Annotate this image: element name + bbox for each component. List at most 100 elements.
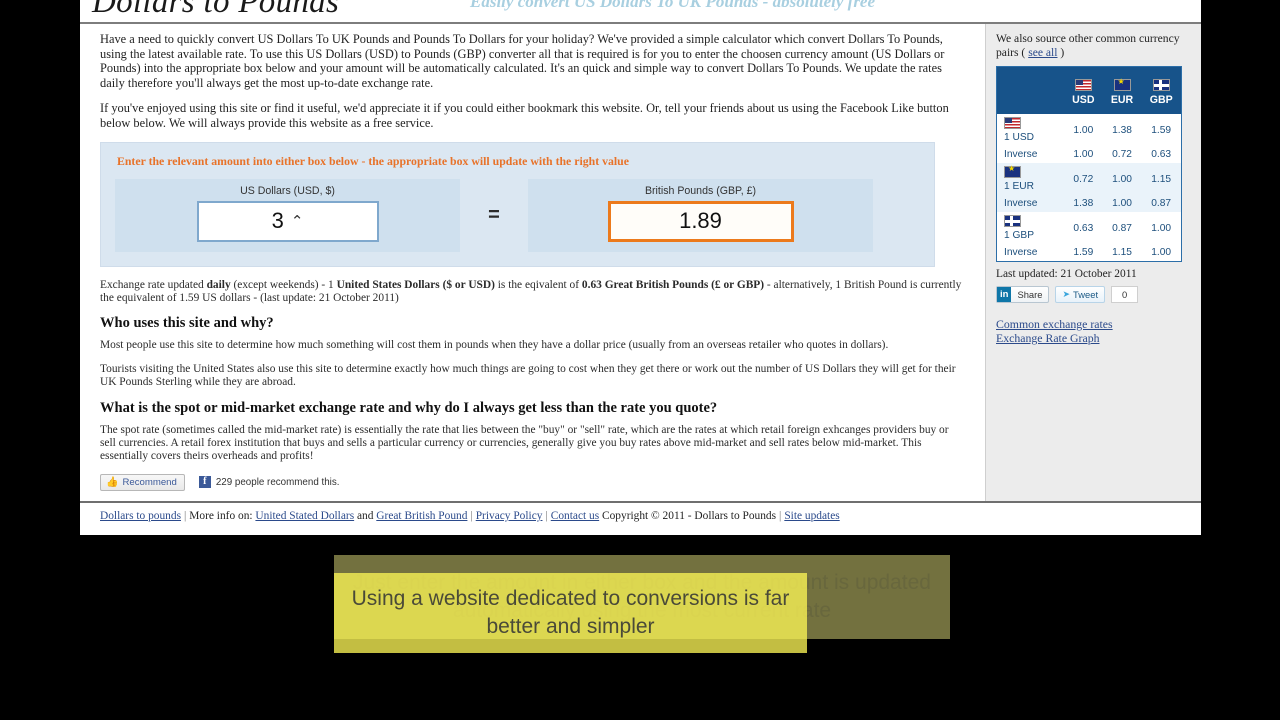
sidebar-intro: We also source other common currency pai… bbox=[986, 24, 1201, 66]
table-row: Inverse 1.38 1.00 0.87 bbox=[996, 195, 1182, 212]
linkedin-icon: in bbox=[997, 287, 1012, 302]
text-cursor-icon: ⌃ bbox=[290, 213, 304, 231]
rate-cell: 1.38 bbox=[1064, 195, 1103, 212]
gbp-field-group: British Pounds (GBP, £) 1.89 bbox=[528, 178, 873, 252]
footer-separator: | bbox=[545, 510, 548, 522]
rates-row-label-cell: 1 GBP bbox=[997, 212, 1065, 244]
rate-note-daily: daily bbox=[206, 278, 231, 291]
rate-note-part2: (except weekends) - 1 bbox=[230, 278, 337, 291]
rate-cell: 1.00 bbox=[1102, 195, 1142, 212]
video-frame: Dollars to Pounds Easily convert US Doll… bbox=[0, 0, 1280, 720]
tweet-button[interactable]: ➤ Tweet bbox=[1055, 286, 1106, 303]
rates-header-eur: EUR bbox=[1102, 66, 1142, 114]
intro-paragraph-1: Have a need to quickly convert US Dollar… bbox=[100, 32, 945, 90]
rate-note-part3: is the eqivalent of bbox=[494, 278, 582, 291]
rate-cell: 0.63 bbox=[1073, 222, 1094, 234]
linkedin-share-button[interactable]: in Share bbox=[996, 286, 1050, 303]
rates-row-label: 1 USD bbox=[1004, 132, 1035, 143]
sidebar: We also source other common currency pai… bbox=[986, 24, 1201, 501]
facebook-recommend-button[interactable]: 👍 Recommend bbox=[100, 473, 185, 491]
table-row: 1 GBP 0.63 0.87 1.00 bbox=[997, 212, 1182, 244]
sidebar-link-rate-graph[interactable]: Exchange Rate Graph bbox=[996, 331, 1191, 345]
exchange-rate-note: Exchange rate updated daily (except week… bbox=[100, 279, 965, 306]
twitter-bird-icon: ➤ bbox=[1062, 289, 1071, 299]
rate-cell: 0.72 bbox=[1112, 149, 1132, 160]
intro-paragraph-2: If you've enjoyed using this site or fin… bbox=[100, 101, 949, 130]
eu-flag-icon bbox=[1113, 77, 1131, 91]
rate-note-usd: United States Dollars ($ or USD) bbox=[336, 278, 495, 291]
rates-row-label: 1 EUR bbox=[1004, 181, 1035, 192]
rate-cell: 1.59 bbox=[1073, 247, 1094, 258]
rates-header-blank bbox=[996, 66, 1064, 114]
table-row: Inverse 1.00 0.72 0.63 bbox=[997, 146, 1182, 163]
rates-row-label: Inverse bbox=[1004, 149, 1038, 160]
rate-cell: 0.72 bbox=[1064, 163, 1103, 195]
webpage-canvas: Dollars to Pounds Easily convert US Doll… bbox=[80, 0, 1201, 535]
usd-field-label: US Dollars (USD, $) bbox=[240, 184, 335, 197]
faq-1-paragraph-2: Tourists visiting the United States also… bbox=[100, 362, 956, 389]
equals-sign: = bbox=[488, 203, 500, 226]
gbp-amount-input[interactable]: 1.89 bbox=[607, 200, 794, 242]
sidebar-intro-tail: ) bbox=[1057, 46, 1065, 59]
thumbs-up-icon: 👍 bbox=[106, 476, 119, 488]
rate-cell: 1.00 bbox=[1151, 222, 1172, 234]
rate-note-part1: Exchange rate updated bbox=[100, 278, 207, 291]
rate-cell: 0.87 bbox=[1112, 222, 1132, 234]
footer-link-usd[interactable]: United Stated Dollars bbox=[255, 510, 354, 522]
footer-link-home[interactable]: Dollars to pounds bbox=[100, 510, 181, 522]
usd-field-group: US Dollars (USD, $) 3 ⌃ bbox=[115, 178, 460, 252]
footer-link-privacy[interactable]: Privacy Policy bbox=[476, 510, 543, 522]
main-content: Have a need to quickly convert US Dollar… bbox=[80, 24, 986, 501]
rates-header-gbp: GBP bbox=[1141, 66, 1182, 114]
uk-flag-icon bbox=[1004, 215, 1021, 227]
gbp-field-label: British Pounds (GBP, £) bbox=[644, 184, 757, 197]
sidebar-link-common-rates[interactable]: Common exchange rates bbox=[996, 317, 1191, 331]
rates-row-label-cell: 1 EUR bbox=[996, 163, 1064, 195]
table-row: 1 USD 1.00 1.38 1.59 bbox=[997, 114, 1182, 146]
tweet-label: Tweet bbox=[1073, 289, 1099, 300]
gbp-amount-value: 1.89 bbox=[679, 208, 722, 234]
rates-header-eur-label: EUR bbox=[1110, 94, 1134, 106]
rates-row-label: 1 GBP bbox=[1004, 230, 1035, 241]
footer-link-site-updates[interactable]: Site updates bbox=[784, 510, 839, 522]
rate-cell: 0.63 bbox=[1151, 149, 1172, 160]
rates-row-label-cell: 1 USD bbox=[997, 114, 1065, 146]
footer-copyright: Copyright © 2011 - Dollars to Pounds bbox=[602, 510, 777, 522]
faq-heading-1: Who uses this site and why? bbox=[100, 315, 274, 332]
eu-flag-icon bbox=[1004, 164, 1021, 178]
see-all-link[interactable]: see all bbox=[1028, 46, 1057, 59]
facebook-recommend-row: 👍 Recommend f 229 people recommend this. bbox=[100, 473, 965, 491]
rates-header-gbp-label: GBP bbox=[1149, 94, 1173, 106]
sidebar-links: Common exchange rates Exchange Rate Grap… bbox=[986, 303, 1201, 345]
uk-flag-icon bbox=[1152, 79, 1170, 91]
rates-header-row: USD EUR GBP bbox=[996, 66, 1182, 114]
rate-cell: 1.00 bbox=[1073, 149, 1094, 160]
sidebar-intro-text: We also source other common currency pai… bbox=[996, 32, 1180, 59]
currency-converter-panel: Enter the relevant amount into either bo… bbox=[100, 141, 935, 267]
footer-link-gbp[interactable]: Great British Pound bbox=[376, 510, 467, 522]
currency-rates-table: USD EUR GBP bbox=[996, 66, 1182, 262]
rate-cell: 1.15 bbox=[1141, 163, 1182, 195]
table-row: Inverse 1.59 1.15 1.00 bbox=[997, 244, 1182, 262]
footer-more-info-label: More info on: bbox=[189, 510, 253, 522]
site-tagline: Easily convert US Dollars To UK Pounds -… bbox=[470, 0, 876, 11]
social-buttons-row: in Share ➤ Tweet 0 bbox=[986, 286, 1201, 303]
footer-link-contact[interactable]: Contact us bbox=[551, 510, 599, 522]
site-footer: Dollars to pounds | More info on: United S… bbox=[80, 501, 1201, 535]
rate-note-gbp: 0.63 Great British Pounds (£ or GBP) bbox=[581, 278, 765, 291]
rates-row-label: Inverse bbox=[996, 195, 1064, 212]
rates-table-body: 1 USD 1.00 1.38 1.59 Inverse 1.00 0.72 0… bbox=[996, 114, 1182, 262]
faq-2-paragraph-1: The spot rate (sometimes called the mid-… bbox=[100, 423, 949, 463]
rate-cell: 1.00 bbox=[1073, 124, 1094, 136]
usd-amount-value: 3 bbox=[271, 208, 284, 234]
footer-and: and bbox=[356, 510, 374, 522]
rate-cell: 1.00 bbox=[1102, 163, 1142, 195]
table-row: 1 EUR 0.72 1.00 1.15 bbox=[996, 163, 1182, 195]
facebook-recommend-label: Recommend bbox=[122, 476, 177, 488]
rates-header-usd: USD bbox=[1064, 66, 1103, 114]
facebook-recommend-count: 229 people recommend this. bbox=[215, 476, 340, 488]
rate-cell: 1.00 bbox=[1151, 247, 1172, 258]
rate-cell: 0.87 bbox=[1141, 195, 1182, 212]
rate-cell: 1.38 bbox=[1112, 124, 1132, 136]
usd-amount-input[interactable]: 3 ⌃ bbox=[196, 200, 379, 242]
